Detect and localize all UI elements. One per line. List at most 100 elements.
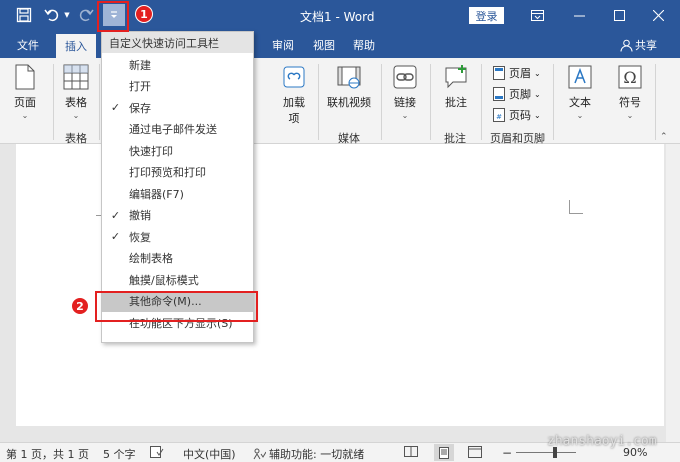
maximize-icon[interactable] xyxy=(597,0,641,31)
tab-help[interactable]: 帮助 xyxy=(353,37,375,53)
tab-review[interactable]: 审阅 xyxy=(272,37,294,53)
menu-item-label: 快速打印 xyxy=(129,144,173,158)
zoom-out-button[interactable]: − xyxy=(502,446,512,460)
menu-item[interactable]: 新建 xyxy=(102,54,253,75)
group-divider xyxy=(318,64,319,140)
symbol-label: 符号 xyxy=(619,96,641,109)
menu-item[interactable]: 通过电子邮件发送 xyxy=(102,119,253,140)
text-label: 文本 xyxy=(569,96,591,109)
text-icon xyxy=(566,63,594,91)
highlight-box-more-commands xyxy=(95,291,258,322)
menu-item[interactable]: ✓ 恢复 xyxy=(102,226,253,247)
addins-button[interactable]: 加载 项 xyxy=(278,63,310,126)
redo-icon[interactable] xyxy=(76,4,96,26)
chevron-down-icon: ⌄ xyxy=(21,111,29,120)
window-title: 文档1 - Word xyxy=(300,10,375,24)
share-label: 共享 xyxy=(635,39,657,52)
omega-icon: Ω xyxy=(616,63,644,91)
menu-item[interactable]: 编辑器(F7) xyxy=(102,183,253,204)
group-divider xyxy=(53,64,54,140)
menu-item[interactable]: 触摸/鼠标模式 xyxy=(102,269,253,290)
header-button[interactable]: 页眉 ⌄ xyxy=(492,65,541,81)
vertical-scrollbar[interactable] xyxy=(666,144,680,442)
group-divider xyxy=(381,64,382,140)
symbol-button[interactable]: Ω 符号 ⌄ xyxy=(615,63,645,120)
svg-text:Ω: Ω xyxy=(623,68,636,87)
share-button[interactable]: 共享 xyxy=(620,37,657,53)
chevron-down-icon: ⌄ xyxy=(534,110,541,120)
menu-item-label: 保存 xyxy=(129,101,151,115)
table-button[interactable]: 表格 ⌄ xyxy=(60,63,92,120)
menu-title: 自定义快速访问工具栏 xyxy=(102,32,253,53)
checkmark-icon: ✓ xyxy=(110,208,121,222)
menu-item[interactable]: 绘制表格 xyxy=(102,248,253,269)
table-icon xyxy=(62,63,90,91)
page-number-label: 页码 xyxy=(509,109,531,122)
chevron-down-icon: ⌄ xyxy=(72,111,80,120)
link-button[interactable]: 链接 ⌄ xyxy=(390,63,420,120)
menu-item[interactable]: ✓ 保存 xyxy=(102,97,253,118)
text-button[interactable]: 文本 ⌄ xyxy=(565,63,595,120)
online-video-icon xyxy=(335,63,363,91)
web-layout-icon[interactable] xyxy=(468,446,482,461)
header-label: 页眉 xyxy=(509,67,531,80)
language[interactable]: 中文(中国) xyxy=(183,446,236,462)
group-divider xyxy=(430,64,431,140)
group-divider xyxy=(553,64,554,140)
menu-item[interactable]: 打印预览和打印 xyxy=(102,162,253,183)
menu-item-label: 通过电子邮件发送 xyxy=(129,123,217,136)
menu-item-label: 绘制表格 xyxy=(129,252,173,265)
tab-file[interactable]: 文件 xyxy=(17,37,39,53)
link-icon xyxy=(391,63,419,91)
collapse-ribbon-icon[interactable]: ⌃ xyxy=(660,132,668,142)
page-button[interactable]: 页面 ⌄ xyxy=(10,63,40,120)
menu-item[interactable]: 打开 xyxy=(102,76,253,97)
undo-icon[interactable] xyxy=(42,4,62,26)
ribbon-display-options-icon[interactable] xyxy=(515,0,559,31)
save-icon[interactable] xyxy=(13,4,35,26)
close-icon[interactable] xyxy=(636,0,680,31)
menu-item[interactable]: 快速打印 xyxy=(102,140,253,161)
watermark: zhanshaoyi.com xyxy=(547,434,657,449)
menu-item-label: 编辑器(F7) xyxy=(129,187,184,201)
chevron-down-icon: ⌄ xyxy=(626,111,634,120)
page-count[interactable]: 第 1 页，共 1 页 xyxy=(6,446,89,462)
addins-icon xyxy=(280,63,308,91)
page-number-button[interactable]: # 页码 ⌄ xyxy=(492,107,541,123)
chevron-down-icon: ⌄ xyxy=(534,68,541,78)
footer-label: 页脚 xyxy=(509,88,531,101)
comment-icon xyxy=(442,63,470,91)
proofing-icon[interactable] xyxy=(150,446,164,461)
accessibility-label: 辅助功能: 一切就绪 xyxy=(269,448,365,461)
print-layout-icon[interactable] xyxy=(434,444,454,461)
page-icon xyxy=(11,63,39,91)
menu-item-label: 打开 xyxy=(129,80,151,93)
undo-dropdown-icon[interactable]: ▼ xyxy=(62,4,72,26)
online-video-button[interactable]: 联机视频 xyxy=(325,63,373,110)
highlight-box-qat xyxy=(97,1,129,32)
menu-item[interactable]: ✓ 撤销 xyxy=(102,205,253,226)
group-divider xyxy=(99,64,100,140)
group-divider xyxy=(481,64,482,140)
menu-item-label: 新建 xyxy=(129,58,151,72)
accessibility-status[interactable]: 辅助功能: 一切就绪 xyxy=(253,446,364,462)
chevron-down-icon: ⌄ xyxy=(576,111,584,120)
word-count[interactable]: 5 个字 xyxy=(103,446,136,462)
tab-view[interactable]: 视图 xyxy=(313,37,335,53)
tab-insert[interactable]: 插入 xyxy=(56,34,96,58)
menu-item-label: 撤销 xyxy=(129,209,151,222)
zoom-slider[interactable] xyxy=(516,452,576,453)
person-icon xyxy=(620,39,633,52)
header-icon xyxy=(492,66,506,80)
minimize-icon[interactable] xyxy=(557,0,601,31)
new-comment-button[interactable]: 批注 xyxy=(441,63,471,110)
table-label: 表格 xyxy=(65,96,87,109)
accessibility-icon xyxy=(253,448,266,460)
checkmark-icon: ✓ xyxy=(110,101,121,114)
link-label: 链接 xyxy=(394,96,416,109)
online-video-label: 联机视频 xyxy=(327,96,371,109)
footer-button[interactable]: 页脚 ⌄ xyxy=(492,86,541,102)
read-mode-icon[interactable] xyxy=(404,446,418,460)
chevron-down-icon: ⌄ xyxy=(401,111,409,120)
login-button[interactable]: 登录 xyxy=(469,7,504,24)
